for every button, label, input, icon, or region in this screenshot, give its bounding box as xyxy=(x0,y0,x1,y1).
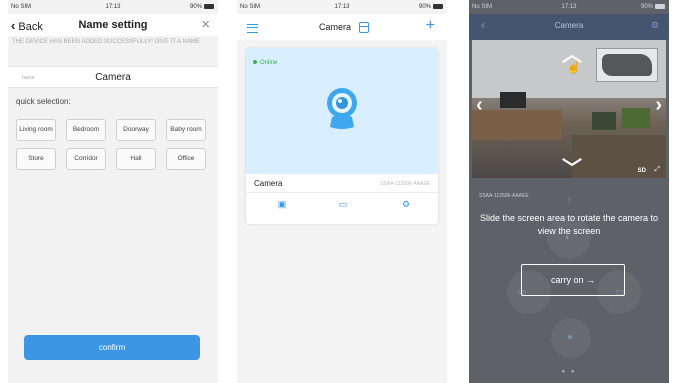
status-bar: No SIM 17:13 90% xyxy=(469,0,669,14)
nav-bar: Camera + xyxy=(237,14,447,40)
device-serial: SSAA-112606-AAAEE xyxy=(380,181,430,187)
battery-level: 90% xyxy=(640,4,653,11)
video-scene xyxy=(602,54,652,76)
status-time: 17:13 xyxy=(334,4,350,10)
status-time: 17:13 xyxy=(561,4,577,10)
name-setting-screen: No SIM 17:13 90% ‹ Back Name setting × T… xyxy=(8,0,218,383)
room-option-living-room[interactable]: Living room xyxy=(16,119,56,141)
device-card[interactable]: Online Camera SSAA-112606-AAAEE ▣ ▭ ⚙ xyxy=(246,48,438,224)
battery-level: 90% xyxy=(418,4,431,11)
name-field[interactable]: Camera xyxy=(8,72,218,83)
room-option-corridor[interactable]: Corridor xyxy=(66,148,106,170)
page-title: Camera xyxy=(554,21,584,30)
tutorial-hint: Slide the screen area to rotate the came… xyxy=(479,213,659,236)
status-bar: No SIM 17:13 90% xyxy=(8,0,218,14)
pan-left-arrow-icon[interactable]: ‹ xyxy=(476,94,483,117)
success-notice: THE DEVICE HAS BEEN ADDED SUCCESSFULLY! … xyxy=(12,39,200,45)
battery-indicator: 90% xyxy=(641,4,665,10)
status-bar: No SIM 17:13 90% xyxy=(237,0,447,14)
pan-right-arrow-icon[interactable]: › xyxy=(655,94,662,117)
close-icon[interactable]: × xyxy=(201,16,210,33)
video-scene xyxy=(622,108,650,128)
online-status: Online xyxy=(253,60,277,66)
room-option-office[interactable]: Office xyxy=(166,148,206,170)
device-serial: SSAA-112606-AAAEE xyxy=(479,193,529,199)
page-title: Name setting xyxy=(78,19,148,31)
battery-icon xyxy=(655,4,665,9)
room-option-doorway[interactable]: Doorway xyxy=(116,119,156,141)
page-indicator: ● ● xyxy=(561,369,577,375)
battery-icon xyxy=(433,4,443,9)
live-view-tutorial-screen: No SIM 17:13 90% ‹ Camera ⚙ ︿ ‹ › ﹀ ☝ SD… xyxy=(469,0,669,383)
room-option-baby-room[interactable]: Baby room xyxy=(166,119,206,141)
battery-indicator: 90% xyxy=(190,4,214,10)
video-scene xyxy=(500,92,526,108)
device-name: Camera xyxy=(254,179,283,188)
nav-bar: ‹ Back Name setting × xyxy=(8,14,218,36)
camera-icon xyxy=(327,88,357,129)
carry-on-button[interactable]: carry on → xyxy=(521,264,625,296)
arrow-up-icon: ↑ xyxy=(567,195,572,206)
pan-down-arrow-icon[interactable]: ﹀ xyxy=(562,152,582,178)
device-group-icon[interactable] xyxy=(359,22,369,33)
room-option-bedroom[interactable]: Bedroom xyxy=(66,119,106,141)
name-field-row[interactable]: name Camera xyxy=(8,66,218,88)
settings-gear-icon[interactable]: ⚙ xyxy=(651,20,659,31)
fullscreen-icon[interactable]: ⤢ xyxy=(654,166,660,174)
battery-icon xyxy=(204,4,214,9)
folder-icon[interactable]: ▭ xyxy=(337,199,349,209)
device-list-screen: No SIM 17:13 90% Camera + Online Camera … xyxy=(237,0,447,383)
room-option-store[interactable]: Store xyxy=(16,148,56,170)
battery-level: 90% xyxy=(189,4,202,11)
hand-pointer-icon: ☝ xyxy=(566,60,581,74)
status-time: 17:13 xyxy=(105,4,121,10)
nav-bar: ‹ Camera ⚙ xyxy=(469,14,669,40)
video-scene xyxy=(572,135,666,178)
playback-icon[interactable]: ▣ xyxy=(276,199,288,209)
live-video[interactable]: ︿ ‹ › ﹀ ☝ SD ⤢ xyxy=(472,40,666,178)
video-scene xyxy=(472,110,562,140)
device-preview[interactable]: Online xyxy=(246,48,438,174)
page-title: Camera xyxy=(318,22,351,32)
battery-indicator: 90% xyxy=(419,4,443,10)
video-scene xyxy=(592,112,616,130)
quality-toggle[interactable]: SD xyxy=(638,168,646,174)
confirm-button[interactable]: confirm xyxy=(24,335,200,360)
quick-selection-label: quick selection: xyxy=(16,97,71,106)
settings-gear-icon[interactable]: ⚙ xyxy=(400,199,412,209)
room-option-hall[interactable]: Hall xyxy=(116,148,156,170)
microphone-icon[interactable]: ● xyxy=(567,332,573,343)
card-divider xyxy=(246,192,438,193)
add-device-icon[interactable]: + xyxy=(426,17,435,35)
